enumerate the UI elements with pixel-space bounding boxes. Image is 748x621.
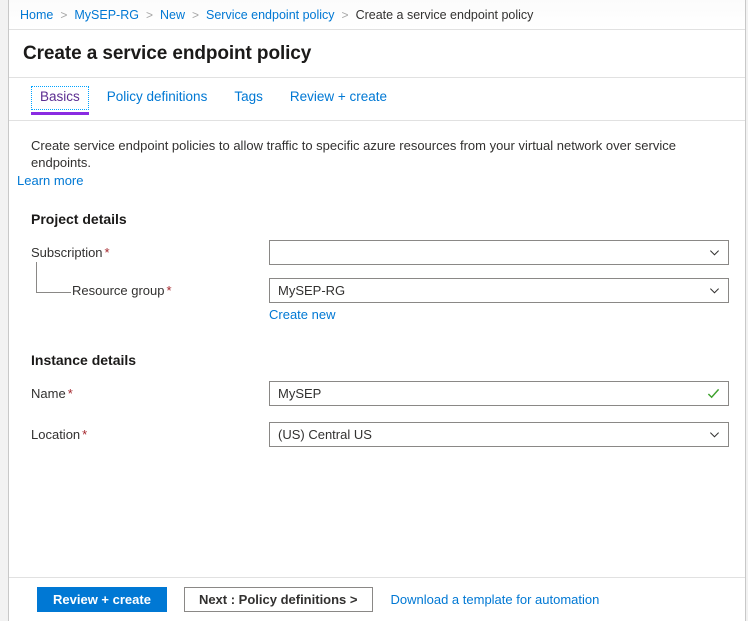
subscription-dropdown[interactable]: [269, 240, 729, 265]
required-asterisk: *: [68, 386, 73, 401]
location-control: (US) Central US: [269, 422, 729, 447]
subscription-label: Subscription*: [31, 240, 269, 260]
field-row-subscription: Subscription*: [9, 240, 745, 265]
tab-policy-definitions[interactable]: Policy definitions: [98, 86, 217, 110]
required-asterisk: *: [82, 427, 87, 442]
page-title: Create a service endpoint policy: [23, 43, 311, 65]
location-value: (US) Central US: [278, 427, 709, 442]
field-row-location: Location* (US) Central US: [9, 422, 745, 447]
breadcrumb-item-home[interactable]: Home: [20, 8, 53, 22]
subscription-control: [269, 240, 729, 265]
name-label: Name*: [31, 381, 269, 401]
required-asterisk: *: [105, 245, 110, 260]
form-content: Create service endpoint policies to allo…: [9, 121, 745, 577]
tab-tags[interactable]: Tags: [225, 86, 272, 110]
tab-review-create[interactable]: Review + create: [281, 86, 396, 110]
subscription-label-text: Subscription: [31, 245, 103, 260]
location-label: Location*: [31, 422, 269, 442]
breadcrumb-separator: >: [60, 8, 67, 22]
name-control: MySEP: [269, 381, 729, 406]
tab-review-create-label: Review + create: [290, 89, 387, 104]
resource-group-dropdown[interactable]: MySEP-RG: [269, 278, 729, 303]
portal-blade: Home > MySEP-RG > New > Service endpoint…: [8, 0, 746, 621]
tab-policy-definitions-label: Policy definitions: [107, 89, 208, 104]
tab-tags-label: Tags: [234, 89, 263, 104]
create-new-resource-group-link[interactable]: Create new: [269, 307, 335, 322]
resource-group-label: Resource group*: [31, 278, 269, 298]
section-title-project-details: Project details: [31, 211, 745, 227]
chevron-down-icon: [709, 285, 720, 296]
field-row-name: Name* MySEP: [9, 381, 745, 406]
next-policy-definitions-button[interactable]: Next : Policy definitions >: [184, 587, 373, 612]
page-header: Create a service endpoint policy: [9, 30, 745, 78]
chevron-down-icon: [709, 247, 720, 258]
tab-basics[interactable]: Basics: [31, 86, 89, 110]
resource-group-value: MySEP-RG: [278, 283, 709, 298]
breadcrumb-separator: >: [342, 8, 349, 22]
name-value: MySEP: [278, 386, 707, 401]
tab-list: Basics Policy definitions Tags Review + …: [9, 78, 745, 121]
required-asterisk: *: [167, 283, 172, 298]
section-title-instance-details: Instance details: [31, 352, 745, 368]
download-template-link[interactable]: Download a template for automation: [391, 592, 600, 607]
field-row-resource-group: Resource group* MySEP-RG Create new: [9, 278, 745, 322]
blade-description: Create service endpoint policies to allo…: [31, 137, 725, 171]
breadcrumb-item-new[interactable]: New: [160, 8, 185, 22]
resource-group-label-text: Resource group: [72, 283, 165, 298]
name-label-text: Name: [31, 386, 66, 401]
breadcrumb-item-current: Create a service endpoint policy: [356, 8, 534, 22]
learn-more-link[interactable]: Learn more: [17, 173, 83, 188]
location-dropdown[interactable]: (US) Central US: [269, 422, 729, 447]
breadcrumb-separator: >: [192, 8, 199, 22]
chevron-down-icon: [709, 429, 720, 440]
action-bar: Review + create Next : Policy definition…: [9, 577, 745, 621]
breadcrumb-separator: >: [146, 8, 153, 22]
name-input[interactable]: MySEP: [269, 381, 729, 406]
resource-group-control: MySEP-RG Create new: [269, 278, 729, 322]
location-label-text: Location: [31, 427, 80, 442]
breadcrumb: Home > MySEP-RG > New > Service endpoint…: [9, 0, 745, 30]
validation-check-icon: [707, 387, 720, 400]
review-create-button[interactable]: Review + create: [37, 587, 167, 612]
tab-basics-label: Basics: [40, 89, 80, 104]
breadcrumb-item-service-endpoint-policy[interactable]: Service endpoint policy: [206, 8, 335, 22]
breadcrumb-item-resource-group[interactable]: MySEP-RG: [74, 8, 139, 22]
